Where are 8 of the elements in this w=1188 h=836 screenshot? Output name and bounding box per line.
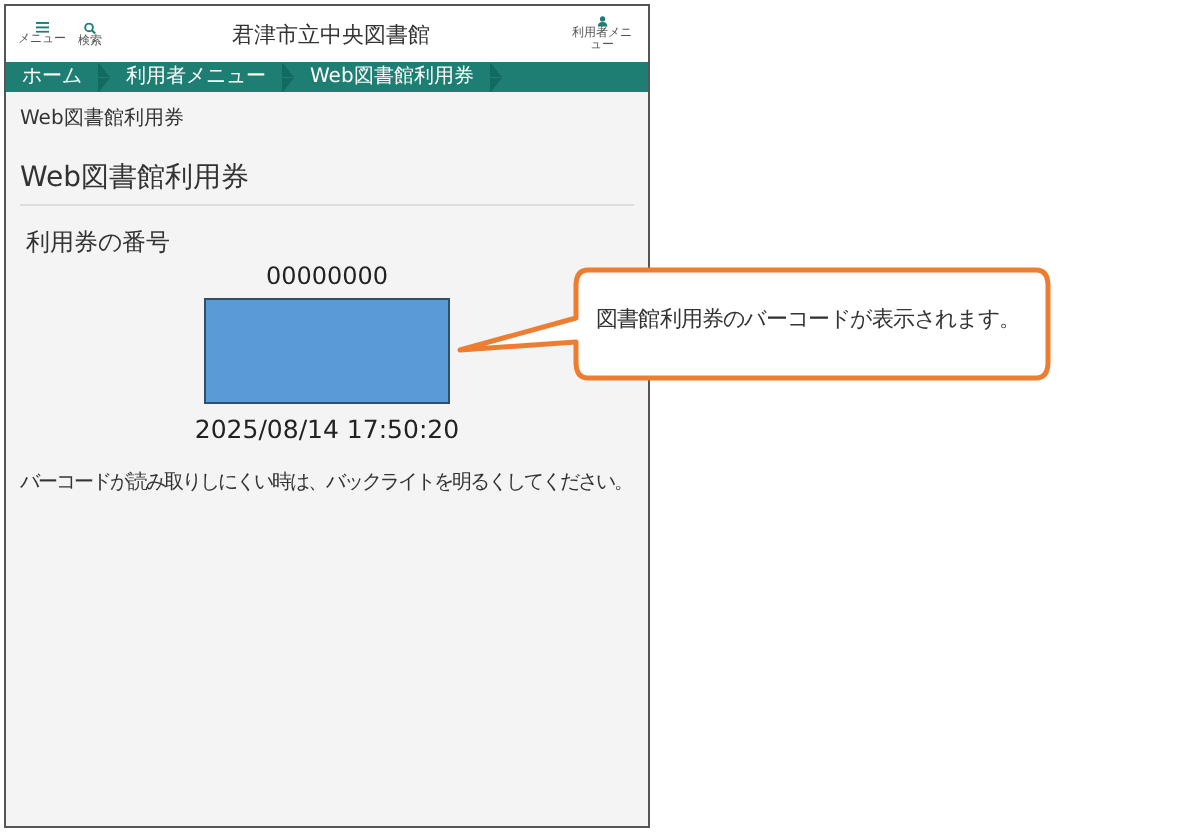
card-number: 00000000: [265, 262, 389, 290]
note-text: バーコードが読み取りしにくい時は、バックライトを明るくしてください。: [20, 469, 634, 496]
page-label: Web図書館利用券: [20, 105, 186, 132]
site-title: 君津市立中央図書館: [230, 19, 432, 49]
callout-text: 図書館利用券のバーコードが表示されます。: [596, 304, 1021, 334]
section-title: 利用券の番号: [26, 226, 172, 260]
timestamp: 2025/08/14 17:50:20: [194, 414, 460, 444]
page-heading: Web図書館利用券: [20, 160, 634, 206]
